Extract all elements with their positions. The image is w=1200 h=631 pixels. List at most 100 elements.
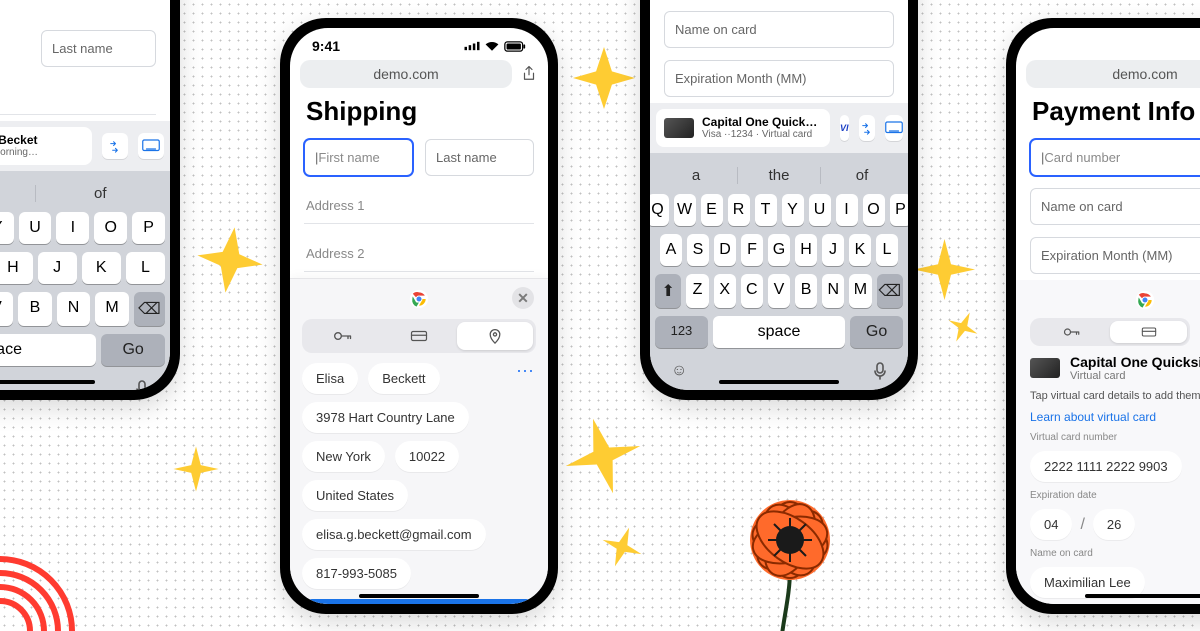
- ios-keyboard[interactable]: the of RTYUIOP FGHJKL ⇧ CVBNM ⌫ space Go: [0, 171, 170, 390]
- key-m[interactable]: M: [95, 292, 129, 326]
- key-b[interactable]: B: [795, 274, 817, 308]
- key-x[interactable]: X: [714, 274, 736, 308]
- space-key[interactable]: space: [0, 334, 96, 366]
- address1-field[interactable]: Address 1: [304, 188, 534, 224]
- chrome-icon: [1135, 290, 1155, 310]
- backspace-key[interactable]: ⌫: [134, 292, 165, 326]
- key-y[interactable]: Y: [0, 212, 14, 244]
- key-d[interactable]: D: [714, 234, 736, 266]
- virtual-card-number-chip[interactable]: 2222 1111 2222 9903: [1030, 451, 1182, 482]
- autofill-chip[interactable]: 817-993-5085: [302, 558, 411, 589]
- mic-icon[interactable]: [873, 362, 887, 380]
- autofill-chip[interactable]: United States: [302, 480, 408, 511]
- autofill-category-segment[interactable]: [302, 319, 536, 353]
- key-l[interactable]: L: [126, 252, 165, 284]
- key-i[interactable]: I: [56, 212, 89, 244]
- segment-passwords[interactable]: [1033, 321, 1110, 343]
- more-icon[interactable]: ⋯: [516, 361, 536, 382]
- key-h[interactable]: H: [795, 234, 817, 266]
- key-n[interactable]: N: [822, 274, 844, 308]
- key-u[interactable]: U: [19, 212, 52, 244]
- key-j[interactable]: J: [38, 252, 77, 284]
- key-s[interactable]: S: [687, 234, 709, 266]
- last-name-field[interactable]: Last name: [41, 30, 156, 67]
- last-name-field[interactable]: Last name: [425, 139, 534, 176]
- key-u[interactable]: U: [809, 194, 831, 226]
- first-name-field[interactable]: |First name: [304, 139, 413, 176]
- autofill-form-button[interactable]: Autofill Form: [302, 599, 536, 604]
- key-o[interactable]: O: [94, 212, 127, 244]
- key-a[interactable]: A: [660, 234, 682, 266]
- expand-arrow-icon[interactable]: [859, 115, 875, 141]
- card-number-field[interactable]: |Card number: [1030, 139, 1200, 176]
- key-z[interactable]: Z: [686, 274, 708, 308]
- key-i[interactable]: I: [836, 194, 858, 226]
- keyboard-icon[interactable]: [885, 115, 903, 141]
- key-r[interactable]: R: [728, 194, 750, 226]
- card-art-icon: [664, 118, 694, 138]
- virtual-card-note: Tap virtual card details to add them to …: [1030, 390, 1200, 402]
- key-y[interactable]: Y: [782, 194, 804, 226]
- segment-addresses[interactable]: [457, 322, 533, 350]
- go-key[interactable]: Go: [101, 334, 165, 366]
- expiration-field[interactable]: Expiration Month (MM): [664, 60, 894, 97]
- key-q[interactable]: Q: [650, 194, 669, 226]
- key-h[interactable]: H: [0, 252, 33, 284]
- key-f[interactable]: F: [741, 234, 763, 266]
- segment-passwords[interactable]: [305, 322, 381, 350]
- key-l[interactable]: L: [876, 234, 898, 266]
- space-key[interactable]: space: [713, 316, 845, 348]
- ios-keyboard[interactable]: a the of QWERTYUIOP ASDFGHJKL ⬆ ZXCVBNM …: [650, 153, 908, 390]
- contact-suggestion[interactable]: Elisa Becket 3130 Morning…: [0, 127, 92, 165]
- key-o[interactable]: O: [863, 194, 885, 226]
- exp-year-chip[interactable]: 26: [1093, 509, 1135, 540]
- url-field[interactable]: demo.com: [1026, 60, 1200, 88]
- key-b[interactable]: B: [18, 292, 52, 326]
- page-title: Shipping: [290, 94, 548, 133]
- share-icon[interactable]: [520, 65, 538, 83]
- mic-icon[interactable]: [135, 380, 149, 390]
- name-on-card-field[interactable]: Name on card: [1030, 188, 1200, 225]
- address1-field[interactable]: .: [0, 79, 156, 115]
- key-w[interactable]: W: [674, 194, 696, 226]
- name-on-card-field[interactable]: Name on card: [664, 11, 894, 48]
- key-e[interactable]: E: [701, 194, 723, 226]
- autofill-chip[interactable]: Beckett: [368, 363, 439, 394]
- key-c[interactable]: C: [741, 274, 763, 308]
- autofill-category-segment[interactable]: [1030, 318, 1190, 346]
- segment-payments[interactable]: [381, 322, 457, 350]
- backspace-key[interactable]: ⌫: [877, 274, 903, 308]
- shift-key[interactable]: ⬆: [655, 274, 681, 308]
- phone-payment-keyboard: |Card number Name on card Expiration Mon…: [640, 0, 918, 400]
- expand-arrow-icon[interactable]: [102, 133, 128, 159]
- key-p[interactable]: P: [890, 194, 909, 226]
- go-key[interactable]: Go: [850, 316, 903, 348]
- key-p[interactable]: P: [132, 212, 165, 244]
- exp-month-chip[interactable]: 04: [1030, 509, 1072, 540]
- key-n[interactable]: N: [57, 292, 91, 326]
- key-j[interactable]: J: [822, 234, 844, 266]
- autofill-chip[interactable]: 3978 Hart Country Lane: [302, 402, 469, 433]
- key-m[interactable]: M: [849, 274, 871, 308]
- autofill-suggestion-bar: Capital One Quicksilver… Visa ··1234 · V…: [650, 103, 908, 153]
- key-k[interactable]: K: [82, 252, 121, 284]
- autofill-chip[interactable]: elisa.g.beckett@gmail.com: [302, 519, 486, 550]
- close-button[interactable]: ✕: [512, 287, 534, 309]
- autofill-chip[interactable]: 10022: [395, 441, 459, 472]
- learn-link[interactable]: Learn about virtual card: [1030, 410, 1200, 424]
- autofill-chip[interactable]: Elisa: [302, 363, 358, 394]
- card-suggestion[interactable]: Capital One Quicksilver… Visa ··1234 · V…: [656, 109, 830, 147]
- autofill-chip[interactable]: New York: [302, 441, 385, 472]
- address2-field[interactable]: Address 2: [304, 236, 534, 272]
- key-g[interactable]: G: [768, 234, 790, 266]
- key-t[interactable]: T: [755, 194, 777, 226]
- expiration-field[interactable]: Expiration Month (MM): [1030, 237, 1200, 274]
- emoji-icon[interactable]: ☺: [671, 362, 687, 380]
- keyboard-icon[interactable]: [138, 133, 164, 159]
- numbers-key[interactable]: 123: [655, 316, 708, 348]
- url-field[interactable]: demo.com: [300, 60, 512, 88]
- key-k[interactable]: K: [849, 234, 871, 266]
- key-v[interactable]: V: [768, 274, 790, 308]
- segment-payments[interactable]: [1110, 321, 1187, 343]
- key-v[interactable]: V: [0, 292, 13, 326]
